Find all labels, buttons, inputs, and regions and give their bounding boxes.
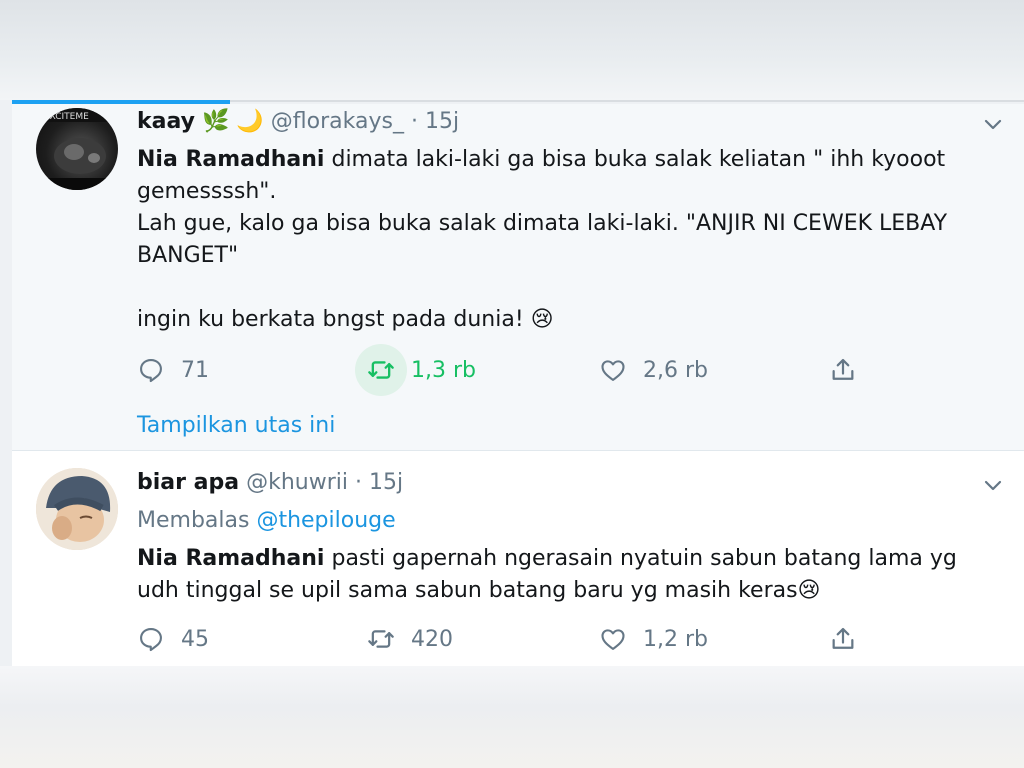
tweet-text: dimata laki-laki ga bisa buka salak keli… xyxy=(324,147,946,172)
tweet-actions: 45 420 1,2 rb xyxy=(137,619,1024,659)
reply-button[interactable]: 71 xyxy=(137,350,209,390)
avatar[interactable] xyxy=(36,468,118,550)
tweet-text-line: Lah gue, kalo ga bisa buka salak dimata … xyxy=(137,211,948,236)
mention[interactable]: Nia Ramadhani xyxy=(137,546,324,571)
mention[interactable]: Nia Ramadhani xyxy=(137,147,324,172)
retweet-count: 420 xyxy=(411,626,453,652)
chevron-down-icon[interactable] xyxy=(984,118,1002,130)
like-icon xyxy=(601,629,625,650)
reply-icon xyxy=(140,359,162,383)
tweet-time[interactable]: 15j xyxy=(425,109,459,134)
like-count: 1,2 rb xyxy=(643,626,708,652)
reply-context: Membalas @thepilouge xyxy=(137,505,396,537)
like-icon xyxy=(601,360,625,381)
tweet-text-line: ingin ku berkata bngst pada dunia! 😢 xyxy=(137,307,554,332)
author-handle[interactable]: @florakays_ xyxy=(271,109,404,134)
author-handle[interactable]: @khuwrii xyxy=(246,470,348,495)
tweet-text-line: udh tinggal se upil sama sabun batang ba… xyxy=(137,578,821,603)
svg-text:EXCITEME: EXCITEME xyxy=(44,112,89,122)
tweet[interactable]: biar apa @khuwrii · 15j Membalas @thepil… xyxy=(12,451,1024,666)
top-blurred-area xyxy=(0,0,1024,100)
tweet-text-line: Nia Ramadhani pasti gapernah ngerasain n… xyxy=(137,543,957,575)
author-name[interactable]: kaay xyxy=(137,109,195,134)
tweet-text-line: gemessssh". xyxy=(137,179,277,204)
tweet-header: biar apa @khuwrii · 15j xyxy=(137,467,403,499)
divider xyxy=(230,100,1024,102)
share-button[interactable] xyxy=(829,619,873,659)
retweet-button[interactable]: 420 xyxy=(367,619,453,659)
bottom-blurred-area xyxy=(0,666,1024,768)
author-emoji: 🌿 🌙 xyxy=(202,109,264,134)
separator: · xyxy=(410,109,418,134)
like-button[interactable]: 1,2 rb xyxy=(599,619,708,659)
tweet-header: kaay 🌿 🌙 @florakays_ · 15j xyxy=(137,106,459,138)
avatar-image xyxy=(36,468,118,550)
retweet-button[interactable]: 1,3 rb xyxy=(355,344,476,396)
avatar[interactable]: EXCITEME xyxy=(36,108,118,190)
tweet-text: pasti gapernah ngerasain nyatuin sabun b… xyxy=(324,546,957,571)
share-icon xyxy=(832,627,854,649)
retweet-icon xyxy=(368,630,394,648)
like-button[interactable]: 2,6 rb xyxy=(599,350,708,390)
author-name[interactable]: biar apa xyxy=(137,470,239,495)
share-icon xyxy=(832,358,854,380)
separator: · xyxy=(354,470,362,495)
tweet-text-line: BANGET" xyxy=(137,243,239,268)
reply-to-link[interactable]: @thepilouge xyxy=(256,508,395,533)
reply-button[interactable]: 45 xyxy=(137,619,209,659)
chevron-down-icon[interactable] xyxy=(984,479,1002,491)
reply-icon xyxy=(140,628,162,652)
tweet-time[interactable]: 15j xyxy=(369,470,403,495)
share-button[interactable] xyxy=(829,350,873,390)
tweet-actions: 71 1,3 rb 2,6 rb xyxy=(137,344,1024,396)
tweet[interactable]: EXCITEME kaay 🌿 🌙 @florakays_ · 15j Nia … xyxy=(12,104,1024,451)
like-count: 2,6 rb xyxy=(643,357,708,383)
avatar-image: EXCITEME xyxy=(36,108,118,190)
show-thread-link[interactable]: Tampilkan utas ini xyxy=(137,410,335,442)
reply-prefix: Membalas xyxy=(137,508,250,533)
reply-count: 71 xyxy=(181,357,209,383)
reply-count: 45 xyxy=(181,626,209,652)
tweet-text-line: Nia Ramadhani dimata laki-laki ga bisa b… xyxy=(137,144,945,176)
retweet-icon xyxy=(368,361,394,379)
retweet-count: 1,3 rb xyxy=(411,357,476,383)
